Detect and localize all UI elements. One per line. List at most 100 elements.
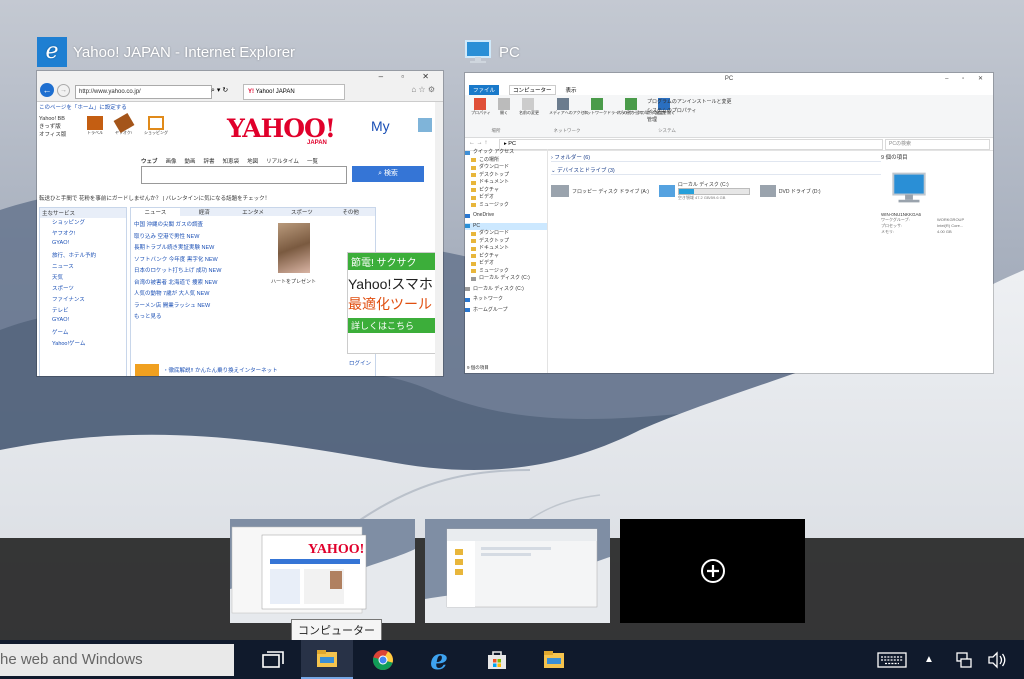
- browser-tab[interactable]: Y! Yahoo! JAPAN: [243, 84, 345, 100]
- show-hidden-icons-button[interactable]: ▲: [918, 640, 940, 679]
- ribbon-button[interactable]: プロパティ: [471, 98, 491, 116]
- nav-item[interactable]: ミュージック: [465, 202, 547, 210]
- news-photo[interactable]: [278, 223, 310, 273]
- nav-item[interactable]: ミュージック: [465, 268, 547, 276]
- nav-item[interactable]: ダウンロード: [465, 230, 547, 238]
- news-tab[interactable]: ニュース: [131, 208, 180, 216]
- touch-keyboard-button[interactable]: [872, 640, 912, 679]
- search-tab[interactable]: 辞書: [204, 157, 215, 165]
- service-icon[interactable]: ショッピング: [144, 116, 168, 136]
- news-tab[interactable]: 経済: [180, 208, 229, 216]
- explorer-search-input[interactable]: PCの検索: [885, 139, 990, 150]
- explorer-window-title[interactable]: PC: [463, 37, 520, 67]
- service-link[interactable]: ショッピング: [40, 218, 126, 229]
- news-tab[interactable]: その他: [326, 208, 375, 216]
- home-star-gear-icons[interactable]: ⌂ ☆ ⚙: [411, 85, 435, 94]
- nav-item[interactable]: ドキュメント: [465, 245, 547, 253]
- desktop-2-thumbnail[interactable]: [425, 519, 610, 623]
- new-desktop-button[interactable]: [620, 519, 805, 623]
- scrollbar[interactable]: [435, 102, 443, 376]
- drive-item[interactable]: DVD ドライブ (D:): [759, 181, 821, 201]
- store-button[interactable]: [471, 640, 523, 679]
- search-box[interactable]: he web and Windows: [0, 644, 234, 676]
- file-explorer-button[interactable]: [301, 640, 353, 679]
- ribbon-button[interactable]: 開く: [495, 98, 513, 116]
- nav-item[interactable]: デスクトップ: [465, 238, 547, 246]
- service-link[interactable]: ゲーム: [40, 328, 126, 339]
- headline[interactable]: 取り込み 空港で男性 NEW: [134, 232, 372, 244]
- nav-item[interactable]: ビデオ: [465, 260, 547, 268]
- search-tab[interactable]: 一覧: [307, 157, 318, 165]
- ribbon-button[interactable]: ネットワークドライブの割り当て: [583, 98, 643, 116]
- search-tab[interactable]: 動画: [185, 157, 196, 165]
- nav-item[interactable]: デスクトップ: [465, 172, 547, 180]
- service-link[interactable]: ヤフオク!: [40, 229, 126, 240]
- service-link[interactable]: スポーツ: [40, 284, 126, 295]
- search-icon[interactable]: ⌕ ▾ ↻: [211, 86, 228, 95]
- service-link[interactable]: 旅行、ホテル予約: [40, 251, 126, 262]
- ie-window-title[interactable]: e Yahoo! JAPAN - Internet Explorer: [37, 37, 295, 67]
- drive-item[interactable]: ローカル ディスク (C:) 空き領域 47.2 GB/59.6 GB: [658, 181, 750, 201]
- search-tab[interactable]: リアルタイム: [266, 157, 299, 165]
- section-header[interactable]: ⌄ デバイスとドライブ (3): [551, 166, 881, 175]
- left-link[interactable]: きっず版: [39, 122, 66, 130]
- nav-item[interactable]: ピクチャ: [465, 187, 547, 195]
- service-link[interactable]: 天気: [40, 273, 126, 284]
- window-controls[interactable]: ‒ ▫ ✕: [945, 73, 989, 85]
- yahoo-search-input[interactable]: [141, 166, 347, 184]
- headline[interactable]: ラーメン店 開業ラッシュ NEW: [134, 301, 372, 313]
- headline[interactable]: 長期トラブル続き実証実験 NEW: [134, 243, 372, 255]
- network-button[interactable]: [952, 640, 976, 679]
- service-link[interactable]: ニュース: [40, 262, 126, 273]
- nav-item[interactable]: ビデオ: [465, 194, 547, 202]
- nav-item[interactable]: ピクチャ: [465, 253, 547, 261]
- drive-item[interactable]: フロッピー ディスク ドライブ (A:): [551, 181, 649, 201]
- service-link[interactable]: GYAO!: [40, 317, 126, 328]
- task-view-button[interactable]: [247, 640, 299, 679]
- nav-item[interactable]: この場所: [465, 157, 547, 165]
- file-explorer-button-2[interactable]: [528, 640, 580, 679]
- photo-caption[interactable]: ハートをプレゼント: [271, 278, 316, 285]
- search-tab[interactable]: ウェブ: [141, 157, 158, 165]
- ribbon-tab-file[interactable]: ファイル: [469, 85, 500, 95]
- ad-banner[interactable]: 節電! サクサク Yahoo!スマホ 最適化ツール 詳しくはこちら: [347, 252, 443, 354]
- chrome-button[interactable]: [357, 640, 409, 679]
- promo-link[interactable]: ・徹底解説!! かんたん乗り換えインターネット: [163, 366, 278, 374]
- service-link[interactable]: ファイナンス: [40, 295, 126, 306]
- nav-item[interactable]: ネットワーク: [465, 296, 547, 304]
- yahoo-search-button[interactable]: ⌕ 検索: [352, 166, 424, 182]
- nav-item[interactable]: ダウンロード: [465, 164, 547, 172]
- internet-explorer-button[interactable]: e: [413, 640, 465, 679]
- login-link[interactable]: ログイン: [349, 359, 371, 367]
- set-homepage-link[interactable]: このページを「ホーム」に設定する: [39, 103, 127, 111]
- more-news-link[interactable]: もっと見る: [134, 312, 372, 320]
- nav-item[interactable]: ローカル ディスク (C:): [465, 275, 547, 283]
- ribbon-tab-computer[interactable]: コンピューター: [509, 85, 556, 95]
- back-arrow-icon[interactable]: ←: [40, 83, 54, 97]
- service-link[interactable]: GYAO!: [40, 240, 126, 251]
- explorer-window-thumbnail[interactable]: PC ‒ ▫ ✕ ファイル コンピューター 表示 プロパティ 開く 名前の変更 …: [465, 73, 993, 373]
- explorer-address-bar[interactable]: ▸ PC: [499, 139, 883, 150]
- ribbon-tab-view[interactable]: 表示: [566, 86, 577, 94]
- service-icon[interactable]: トラベル: [87, 116, 103, 136]
- news-tab[interactable]: スポーツ: [277, 208, 326, 216]
- nav-item[interactable]: ローカル ディスク (C:): [465, 286, 547, 294]
- left-link[interactable]: オフィス版: [39, 130, 66, 138]
- address-bar[interactable]: http://www.yahoo.co.jp/: [75, 85, 212, 99]
- notice-bar[interactable]: 転送ひと手間で 花粉を事前にガードしませんか？ | バレンタインに気になる話題を…: [39, 194, 439, 202]
- service-link[interactable]: Yahoo!ゲーム: [40, 339, 126, 350]
- desktop-1-thumbnail[interactable]: YAHOO!: [230, 519, 415, 623]
- ie-window-thumbnail[interactable]: ‒ ▫ ✕ ← → http://www.yahoo.co.jp/ ⌕ ▾ ↻ …: [37, 71, 443, 376]
- service-icon[interactable]: ヤフオク!: [113, 112, 134, 136]
- news-icon[interactable]: [418, 118, 432, 132]
- ribbon-button[interactable]: 名前の変更: [519, 98, 539, 116]
- volume-button[interactable]: [984, 640, 1010, 679]
- headline[interactable]: 中国 沖縄の尖閣 ガスの調査: [134, 220, 372, 232]
- search-tab[interactable]: 知恵袋: [223, 157, 240, 165]
- nav-item[interactable]: クイック アクセス: [465, 149, 547, 157]
- nav-item[interactable]: OneDrive: [465, 212, 547, 220]
- search-tab[interactable]: 地図: [247, 157, 258, 165]
- headline[interactable]: ソフトバンク 今年度 黒字化 NEW: [134, 255, 372, 267]
- nav-item[interactable]: ホームグループ: [465, 307, 547, 315]
- ribbon-button[interactable]: メディアへのアクセス: [549, 98, 589, 116]
